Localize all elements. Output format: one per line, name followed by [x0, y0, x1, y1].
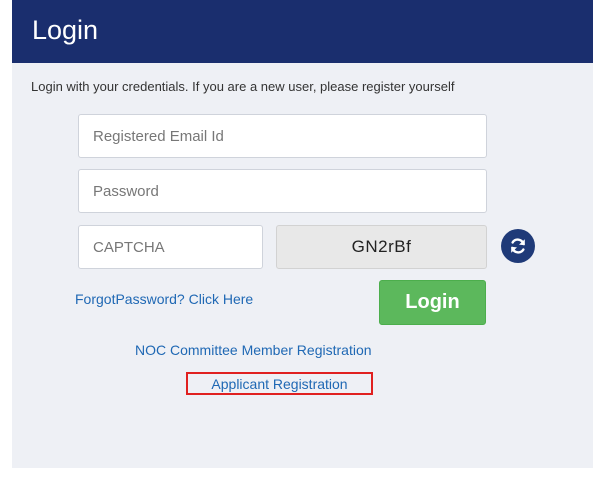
- captcha-input[interactable]: CAPTCHA: [78, 225, 263, 269]
- captcha-code: GN2rBf: [351, 237, 412, 256]
- captcha-image: GN2rBf: [276, 225, 487, 269]
- page-title: Login: [32, 15, 99, 45]
- noc-registration-link[interactable]: NOC Committee Member Registration: [135, 342, 372, 358]
- forgot-password-link[interactable]: ForgotPassword? Click Here: [75, 291, 253, 307]
- applicant-registration-label: Applicant Registration: [211, 375, 348, 392]
- email-placeholder: Registered Email Id: [93, 127, 224, 145]
- refresh-captcha-button[interactable]: [501, 229, 535, 263]
- password-placeholder: Password: [93, 182, 159, 200]
- email-field[interactable]: Registered Email Id: [78, 114, 487, 158]
- login-button[interactable]: Login: [379, 280, 486, 325]
- login-instructions: Login with your credentials. If you are …: [31, 79, 455, 94]
- password-field[interactable]: Password: [78, 169, 487, 213]
- refresh-icon: [511, 238, 525, 254]
- captcha-placeholder: CAPTCHA: [93, 238, 165, 256]
- applicant-registration-link[interactable]: Applicant Registration: [186, 372, 373, 395]
- login-header: Login: [12, 0, 593, 63]
